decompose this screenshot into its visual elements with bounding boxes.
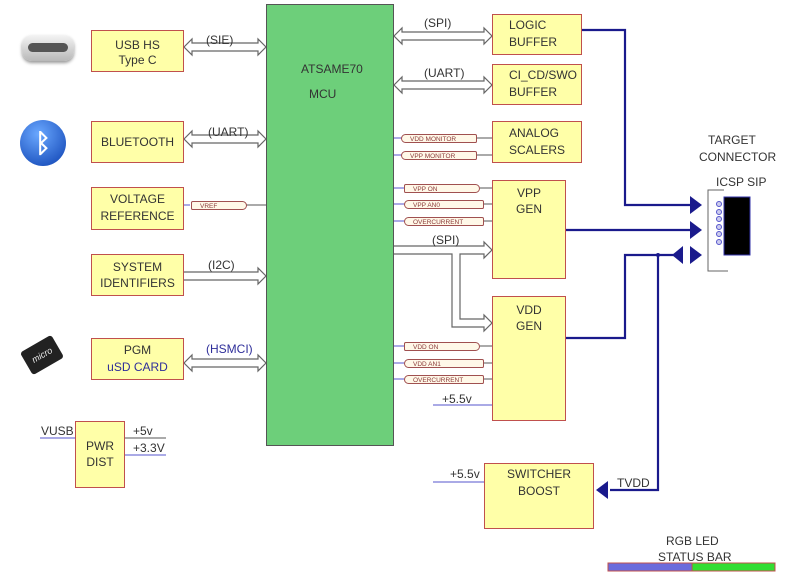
out-5v-label: +5v	[133, 424, 153, 438]
bus-label-sie: (SIE)	[206, 33, 234, 47]
analog-scalers-block: ANALOG SCALERS	[492, 121, 582, 163]
bus-label-uart: (UART)	[208, 125, 249, 139]
block-label: BUFFER	[509, 85, 557, 99]
block-label: BOOST	[517, 484, 560, 498]
port-vdd-monitor: VDD MONITOR	[401, 134, 477, 143]
system-identifiers-block: SYSTEM IDENTIFIERS	[91, 254, 184, 296]
block-label: uSD CARD	[107, 360, 168, 374]
hsmci-bus-arrow	[183, 353, 267, 373]
mcu-type: MCU	[309, 87, 337, 101]
target-label: TARGET	[708, 133, 756, 147]
port-vdd-an1: VDD AN1	[404, 359, 484, 368]
connector-label: CONNECTOR	[699, 150, 777, 164]
block-label: PWR	[86, 439, 114, 453]
port-vref: VREF	[191, 201, 247, 210]
pwr-dist-block: PWR DIST	[75, 421, 125, 488]
block-label: VPP	[516, 186, 541, 200]
block-label: VDD	[516, 303, 542, 317]
out-3v3-label: +3.3V	[133, 441, 165, 455]
logic-buffer-block: LOGIC BUFFER	[492, 14, 582, 55]
block-label: REFERENCE	[100, 209, 175, 223]
block-label: CI_CD/SWO	[509, 68, 578, 82]
mcu-block: ATSAME70 MCU	[266, 4, 394, 446]
usb-c-connector-icon	[22, 35, 74, 61]
tvdd-label: TVDD	[617, 476, 650, 490]
block-label: SWITCHER	[507, 467, 571, 481]
block-label: GEN	[515, 319, 542, 333]
spi-gen-bus-arrow	[394, 240, 493, 333]
arrow-head-1	[690, 196, 702, 214]
status-bar-blue	[607, 562, 693, 572]
block-label: SCALERS	[509, 143, 566, 157]
block-label: LOGIC	[509, 18, 547, 32]
usb-hs-block: USB HS Type C	[91, 30, 184, 72]
block-label: DIST	[86, 455, 114, 469]
status-bar-label: STATUS BAR	[658, 550, 732, 564]
status-bar-green	[691, 562, 776, 572]
port-overcurrent-vdd: OVERCURRENT	[404, 375, 484, 384]
swo-buffer-block: CI_CD/SWO BUFFER	[492, 64, 582, 105]
mcu-name: ATSAME70	[301, 62, 363, 76]
block-label: VOLTAGE	[110, 192, 165, 206]
voltage-reference-block: VOLTAGE REFERENCE	[91, 187, 184, 230]
block-label: BUFFER	[509, 35, 557, 49]
port-overcurrent-vpp: OVERCURRENT	[404, 217, 484, 226]
block-label: GEN	[515, 202, 542, 216]
bus-label-hsmci: (HSMCI)	[206, 342, 253, 356]
port-vdd-on: VDD ON	[404, 342, 480, 351]
vusb-label: VUSB	[41, 424, 74, 438]
arrow-head-2	[690, 221, 702, 239]
bluetooth-icon: ᛒ	[20, 120, 66, 166]
bus-label-uart-swo: (UART)	[424, 66, 465, 80]
bluetooth-block: BLUETOOTH	[91, 121, 184, 163]
bus-label-spi-gen: (SPI)	[432, 233, 460, 247]
block-label: PGM	[123, 343, 152, 357]
block-label: BLUETOOTH	[100, 135, 175, 149]
tvdd-arrow-head	[596, 481, 608, 499]
block-label: Type C	[118, 53, 157, 67]
switcher-supply-label: +5.5v	[450, 467, 480, 481]
usd-card-block: PGM uSD CARD	[91, 338, 184, 380]
vdd-gen-block: VDD GEN	[492, 296, 566, 421]
vpp-gen-block: VPP GEN	[492, 180, 566, 279]
vdd-to-target-net	[566, 253, 680, 340]
spi-logic-bus-arrow	[393, 26, 493, 46]
port-vpp-an0: VPP AN0	[404, 200, 484, 209]
logic-to-target-net	[582, 28, 692, 207]
bus-label-spi-logic: (SPI)	[424, 16, 452, 30]
block-label: ANALOG	[509, 126, 560, 140]
bus-label-i2c: (I2C)	[208, 258, 235, 272]
icsp-connector	[723, 196, 751, 256]
block-label: SYSTEM	[112, 260, 163, 274]
tvdd-net	[610, 255, 660, 492]
icsp-sip-label: ICSP SIP	[716, 175, 767, 189]
port-vpp-monitor: VPP MONITOR	[401, 151, 477, 160]
block-label: IDENTIFIERS	[100, 276, 175, 290]
vdd-supply-label: +5.5v	[442, 392, 472, 406]
rgb-led-label: RGB LED	[666, 534, 719, 548]
port-vpp-on: VPP ON	[404, 184, 480, 193]
switcher-boost-block: SWITCHER BOOST	[484, 463, 594, 529]
arrow-head-bidir	[672, 246, 702, 264]
